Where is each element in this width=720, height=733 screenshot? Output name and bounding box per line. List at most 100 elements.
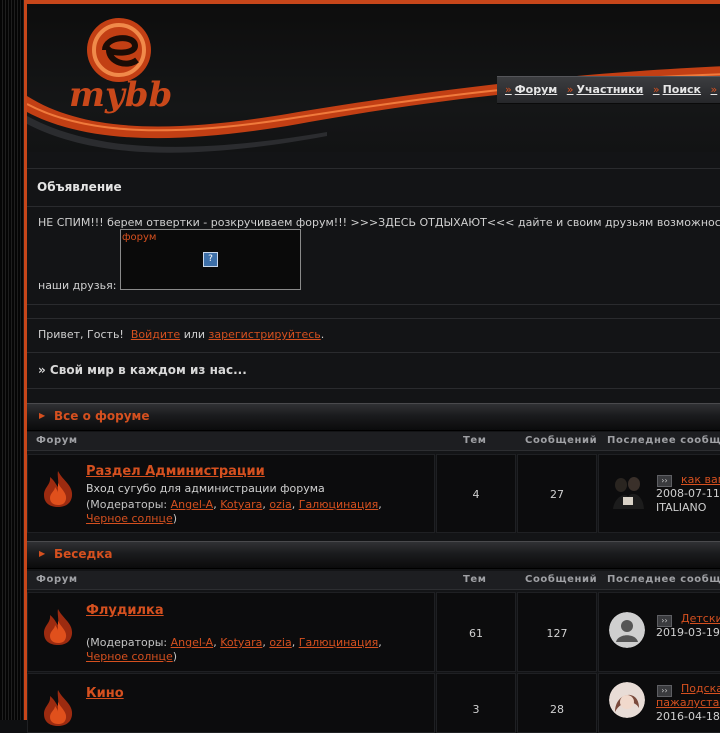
posts-cell: 27: [517, 454, 597, 533]
moderator-link[interactable]: Angel-A: [171, 636, 214, 649]
topics-count: 3: [472, 703, 480, 716]
nav-search[interactable]: » Поиск: [653, 83, 701, 96]
nav-arrow-icon: »: [505, 83, 512, 96]
moderator-link[interactable]: ozia: [269, 636, 291, 649]
topics-count: 4: [472, 488, 480, 501]
divider: [27, 304, 720, 305]
greeting-prefix: Привет, Гость!: [38, 328, 124, 341]
category-bar: ▶ Все о форуме: [27, 403, 720, 431]
user-avatar: [609, 612, 645, 648]
col-topics: Тем: [463, 574, 487, 585]
nav-forum[interactable]: » Форум: [505, 83, 557, 96]
forum-info-cell: Раздел Администрации Вход сугубо для адм…: [27, 454, 435, 533]
forum-row: Флудилка (Модераторы: Angel-A, Kotyara, …: [27, 592, 720, 672]
posts-cell: 127: [517, 592, 597, 672]
category-bar: ▶ Беседка: [27, 541, 720, 569]
last-post-cell: ›› Подска пажалуста! 2016-04-18: [598, 673, 720, 733]
last-post-link[interactable]: как вам: [681, 473, 720, 486]
posts-cell: 28: [517, 673, 597, 733]
divider: [27, 388, 720, 389]
forum-row: Раздел Администрации Вход сугубо для адм…: [27, 454, 720, 533]
go-to-post-icon[interactable]: ››: [657, 475, 672, 487]
header: mybb »Форум »Участники »Поиск »Ре: [27, 4, 720, 153]
announcement-text: НЕ СПИМ!!! берем отвертки - розкручиваем…: [38, 216, 720, 229]
broken-image-icon: ?: [203, 252, 218, 267]
category-title[interactable]: Беседка: [54, 547, 112, 561]
moderators-prefix: (Модераторы:: [86, 498, 168, 511]
topics-cell: 4: [436, 454, 516, 533]
nav-arrow-icon: »: [710, 83, 718, 96]
forum-title-link[interactable]: Кино: [86, 686, 124, 701]
last-post-cell: ›› как вам 2008-07-11 ITALIANO: [598, 454, 720, 533]
friends-banner-box[interactable]: форум ?: [120, 229, 301, 290]
column-headers: Форум Тем Сообщений Последнее сообщ: [27, 571, 720, 590]
nav-members[interactable]: » Участники: [567, 83, 644, 96]
nav-arrow-icon: »: [652, 83, 660, 96]
divider: [27, 318, 720, 319]
divider: [27, 168, 720, 169]
forum-title-link[interactable]: Раздел Администрации: [86, 464, 265, 479]
column-headers: Форум Тем Сообщений Последнее сообщ: [27, 432, 720, 451]
forum-info-cell: Кино: [27, 673, 435, 733]
category-arrow-icon: ▶: [39, 549, 46, 558]
moderators-list: (Модераторы: Angel-A, Kotyara, ozia, Гал…: [86, 498, 382, 525]
nav-register[interactable]: »Ре: [711, 83, 720, 96]
posts-count: 127: [546, 627, 568, 640]
forum-info-cell: Флудилка (Модераторы: Angel-A, Kotyara, …: [27, 592, 435, 672]
col-posts: Сообщений: [525, 435, 598, 446]
moderators-suffix: ): [172, 512, 178, 525]
moderator-link[interactable]: Kotyara: [220, 498, 262, 511]
posts-count: 28: [550, 703, 564, 716]
moderators-prefix: (Модераторы:: [86, 636, 168, 649]
forum-slogan: » Свой мир в каждом из нас...: [38, 363, 247, 377]
forum-description: Вход сугубо для администрации форума: [86, 482, 325, 495]
greeting-or: или: [183, 328, 206, 341]
moderator-link[interactable]: Kotyara: [220, 636, 262, 649]
user-avatar: [609, 682, 645, 718]
flame-forum-icon: [44, 471, 73, 507]
login-link[interactable]: Войдите: [131, 328, 180, 341]
last-post-link[interactable]: Подска: [681, 682, 720, 695]
col-forum: Форум: [36, 574, 78, 585]
friends-link[interactable]: форум: [122, 232, 156, 243]
last-post-cell: ›› Детски 2019-03-19: [598, 592, 720, 672]
forum-frame: mybb »Форум »Участники »Поиск »Ре Объявл…: [24, 0, 720, 733]
posts-count: 27: [550, 488, 564, 501]
moderator-link[interactable]: Черное солнце: [86, 512, 173, 525]
last-post-link[interactable]: Детски: [681, 612, 720, 625]
nav-list: »Форум »Участники »Поиск »Ре: [505, 83, 720, 96]
forum-title-link[interactable]: Флудилка: [86, 603, 164, 618]
col-last-post: Последнее сообщ: [607, 574, 720, 585]
nav-members-label: Участники: [576, 83, 644, 96]
last-post-date: 2008-07-11: [656, 487, 720, 500]
nav-search-label: Поиск: [662, 83, 702, 96]
moderator-link[interactable]: Галюцинация: [299, 636, 379, 649]
last-post-date: 2019-03-19: [656, 626, 720, 639]
category-title[interactable]: Все о форуме: [54, 409, 150, 423]
nav-forum-label: Форум: [514, 83, 558, 96]
last-post-link-cont[interactable]: пажалуста!: [656, 696, 720, 709]
moderator-link[interactable]: Галюцинация: [299, 498, 379, 511]
topics-count: 61: [469, 627, 483, 640]
nav-arrow-icon: »: [566, 83, 574, 96]
left-stripes-decoration: [0, 0, 24, 720]
register-link[interactable]: зарегистрируйтесь: [209, 328, 321, 341]
moderators-suffix: ): [172, 650, 178, 663]
last-post-date: 2016-04-18: [656, 710, 720, 723]
forum-row: Кино 3 28 ›› Подска пажалуста! 2016-04-1…: [27, 673, 720, 733]
friends-label: наши друзья:: [38, 279, 117, 292]
moderator-link[interactable]: Angel-A: [171, 498, 214, 511]
logo-text: mybb: [69, 75, 172, 115]
flame-forum-icon: [44, 690, 73, 726]
divider: [27, 206, 720, 207]
flame-forum-icon: [44, 609, 73, 645]
divider: [27, 352, 720, 353]
moderator-link[interactable]: ozia: [269, 498, 291, 511]
moderator-link[interactable]: Черное солнце: [86, 650, 173, 663]
col-last-post: Последнее сообщ: [607, 435, 720, 446]
guest-greeting: Привет, Гость! Войдите или зарегистрируй…: [38, 328, 324, 341]
last-post-author: ITALIANO: [656, 501, 707, 514]
col-forum: Форум: [36, 435, 78, 446]
category-arrow-icon: ▶: [39, 411, 46, 420]
top-navbar: »Форум »Участники »Поиск »Ре: [497, 76, 720, 104]
